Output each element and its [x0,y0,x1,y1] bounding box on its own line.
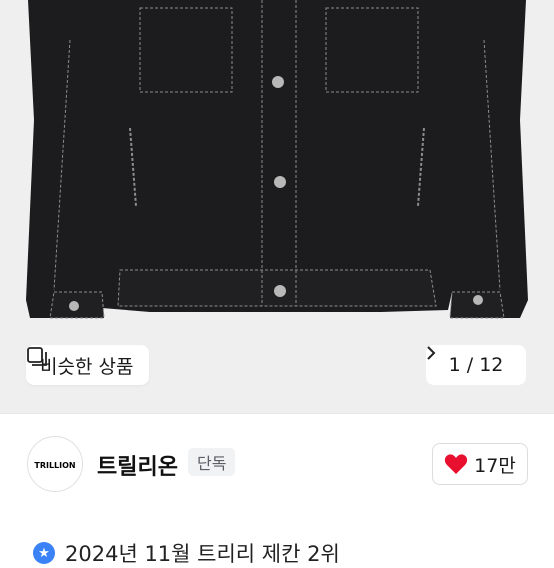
similar-products-label: 비슷한 상품 [40,355,134,378]
product-image[interactable]: 비슷한 상품 1 / 12 [0,0,554,413]
store-logo[interactable]: TRILLION [27,436,83,492]
similar-products-button[interactable]: 비슷한 상품 [26,345,150,385]
heart-icon [445,454,468,474]
trillion-logo-icon: TRILLION [34,461,75,470]
exclusive-badge: 단독 [188,448,236,476]
chevron-right-icon [427,346,436,360]
image-counter: 1 / 12 [448,354,504,376]
svg-text:TRILLION: TRILLION [34,461,75,470]
like-count: 17만 [474,454,516,477]
similar-items-icon [27,347,47,366]
notice-text: 2024년 11월 트리리 제칸 2위 [65,542,340,566]
store-name[interactable]: 트릴리온 [97,449,178,481]
like-button[interactable]: 17만 [432,443,528,485]
star-badge-icon: ★ [33,542,55,564]
image-counter-button[interactable]: 1 / 12 [426,345,526,385]
ranking-notice: ★ 2024년 11월 트리리 제칸 2위 [33,538,340,568]
